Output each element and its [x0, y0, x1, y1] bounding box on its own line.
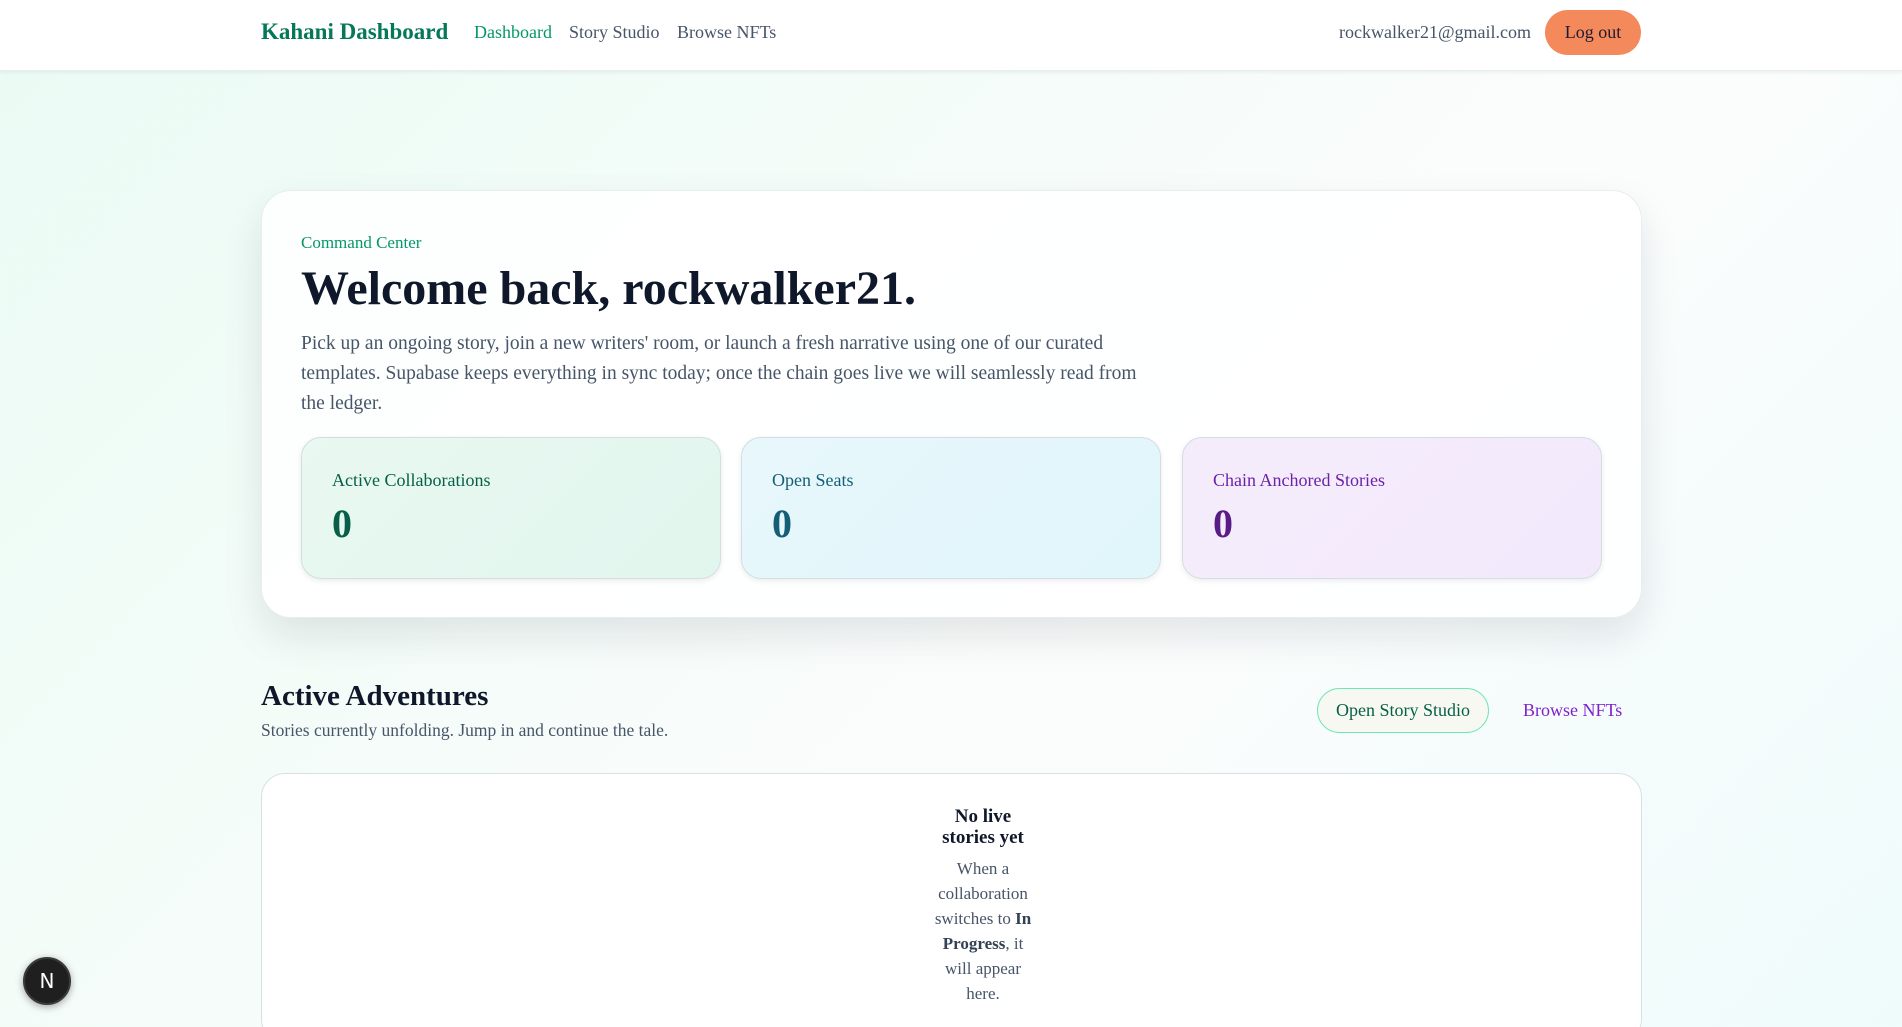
stat-card-open-seats: Open Seats 0	[741, 437, 1161, 579]
stat-label: Chain Anchored Stories	[1213, 470, 1385, 490]
nav-link-story-studio[interactable]: Story Studio	[569, 22, 660, 43]
nav-link-dashboard[interactable]: Dashboard	[474, 22, 552, 43]
empty-desc-text: When a collaboration switches to	[934, 859, 1028, 928]
section-subtitle: Stories currently unfolding. Jump in and…	[261, 720, 669, 740]
stat-card-chain-anchored-stories: Chain Anchored Stories 0	[1182, 437, 1602, 579]
nav-link-browse-nfts[interactable]: Browse NFTs	[677, 22, 776, 43]
welcome-description: Pick up an ongoing story, join a new wri…	[301, 333, 1137, 414]
stat-card-active-collaborations: Active Collaborations 0	[301, 437, 721, 579]
next-dev-badge-icon[interactable]: N	[23, 957, 71, 1005]
section-title: Active Adventures	[261, 680, 489, 712]
user-email: rockwalker21@gmail.com	[1338, 22, 1531, 42]
eyebrow-label: Command Center	[301, 233, 422, 252]
logout-button[interactable]: Log out	[1545, 10, 1641, 55]
empty-state-title: No live stories yet	[942, 806, 1024, 848]
stat-value: 0	[1213, 501, 1233, 546]
browse-nfts-link[interactable]: Browse NFTs	[1523, 700, 1622, 721]
stat-value: 0	[772, 501, 792, 546]
empty-state-description: When a collaboration switches to In Prog…	[928, 856, 1038, 1006]
stat-label: Open Seats	[772, 470, 854, 490]
page-title: Welcome back, rockwalker21.	[301, 262, 917, 315]
stat-value: 0	[332, 501, 352, 546]
empty-state-card: No live stories yet When a collaboration…	[261, 773, 1642, 1027]
open-story-studio-button[interactable]: Open Story Studio	[1317, 688, 1489, 733]
welcome-card: Command Center Welcome back, rockwalker2…	[261, 190, 1642, 618]
stat-label: Active Collaborations	[332, 470, 491, 490]
brand-logo-text[interactable]: Kahani Dashboard	[261, 19, 448, 45]
top-navbar: Kahani Dashboard Dashboard Story Studio …	[0, 0, 1902, 71]
